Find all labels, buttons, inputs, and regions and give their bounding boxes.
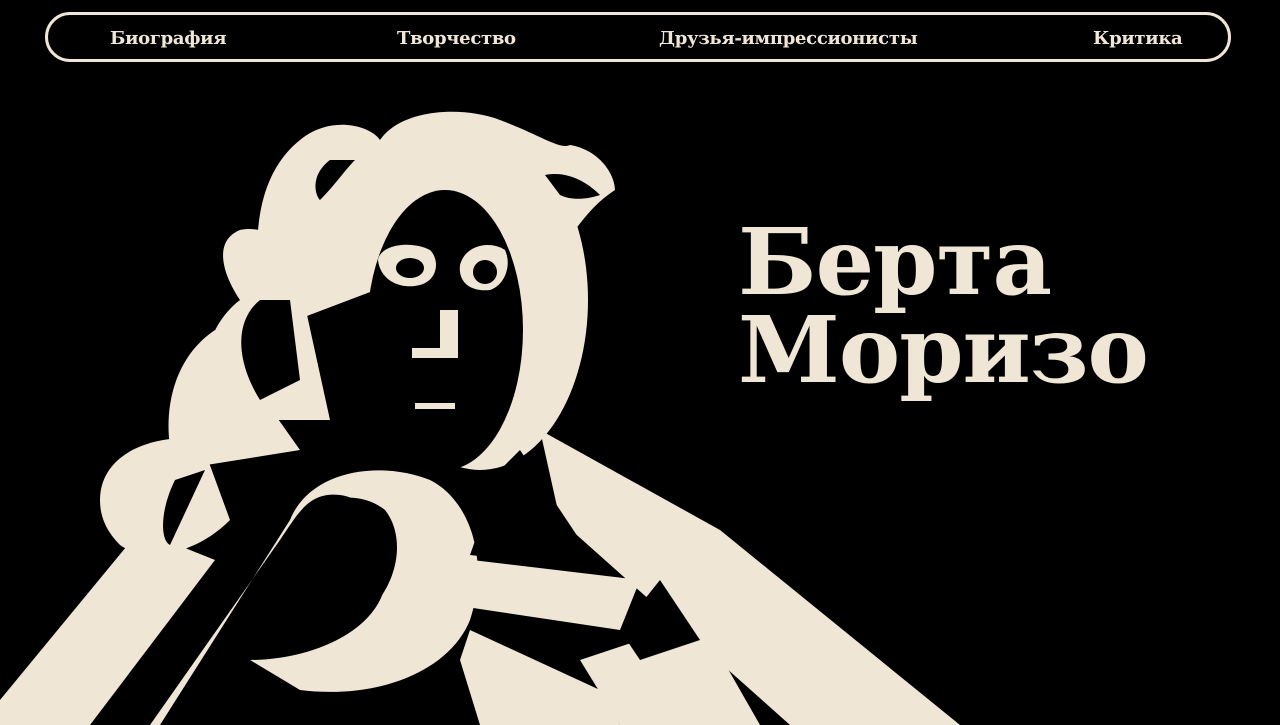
nose-base-shape (412, 348, 458, 358)
hero-title: Берта Моризо (738, 208, 1149, 404)
nav-link-impressionist-friends[interactable]: Друзья-импрессионисты (659, 15, 918, 62)
arm-shape (0, 530, 215, 725)
pupil-shape (396, 258, 424, 278)
pupil-shape (473, 260, 497, 284)
nav-link-critique[interactable]: Критика (1093, 15, 1183, 62)
woman-portrait-illustration (0, 111, 960, 725)
hero-title-last-name: Моризо (738, 296, 1149, 404)
mouth-shape (415, 403, 455, 409)
top-navigation: Биография Творчество Друзья-импрессионис… (45, 12, 1231, 62)
nav-link-works[interactable]: Творчество (397, 15, 516, 62)
hero-title-first-name: Берта (738, 208, 1052, 316)
nav-link-biography[interactable]: Биография (110, 15, 227, 62)
